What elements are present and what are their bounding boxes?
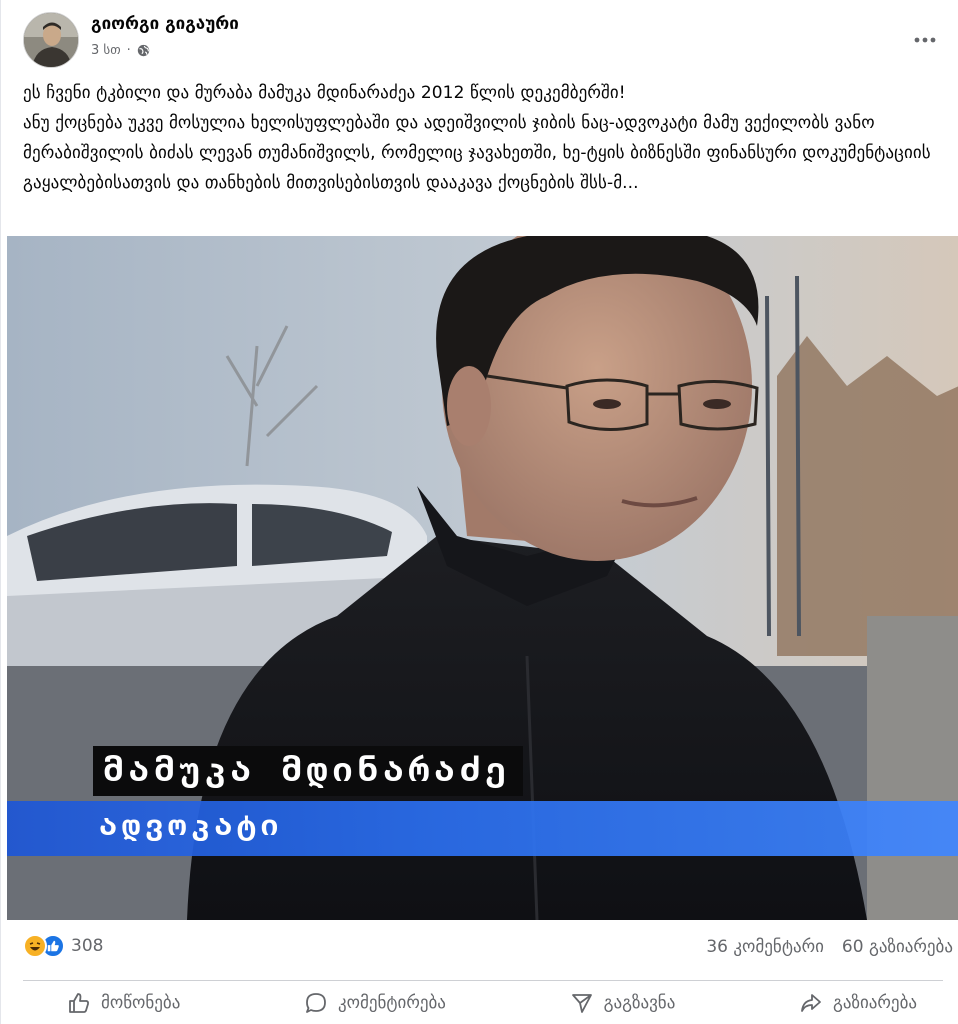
share-arrow-icon [801, 994, 821, 1012]
shares-count-link[interactable]: 60 გაზიარება [842, 937, 953, 957]
globe-icon [137, 44, 149, 57]
post-caption: ეს ჩვენი ტკბილი და მურაბა მამუკა მდინარა… [23, 83, 931, 193]
send-button-label: გაგზავნა [603, 993, 676, 1013]
post-timestamp[interactable]: 3 სთ [91, 43, 121, 58]
post-header: გიორგი გიგაური 3 სთ · [23, 10, 943, 70]
meta-separator: · [126, 43, 131, 58]
facebook-post: გიორგი გიგაური 3 სთ · ეს ჩვენი ტკბილი და… [0, 0, 958, 1024]
post-stats: 308 36 კომენტარი 60 გაზიარება [23, 928, 953, 968]
engagement-counts: 36 კომენტარი 60 გაზიარება [706, 937, 953, 957]
author-name[interactable]: გიორგი გიგაური [91, 14, 239, 34]
send-icon [571, 994, 592, 1013]
author-avatar[interactable] [23, 12, 79, 68]
reaction-count: 308 [71, 936, 104, 956]
share-button-label: გაზიარება [832, 993, 917, 1013]
more-dots-icon [914, 37, 936, 43]
like-button-label: მოწონება [101, 993, 181, 1013]
more-options-button[interactable] [907, 22, 943, 58]
lower-third-name: მამუკა მდინარაძე [93, 746, 523, 796]
comment-bubble-icon [306, 993, 326, 1013]
comment-button-label: კომენტირება [337, 993, 446, 1013]
haha-icon [23, 934, 47, 958]
post-actions-bar: მოწონება კომენტირება გაგზავნა გაზიარება [23, 980, 943, 1024]
comments-count-link[interactable]: 36 კომენტარი [706, 937, 824, 957]
reactions-summary[interactable]: 308 [23, 934, 103, 958]
share-button[interactable]: გაზიარება [791, 981, 925, 1024]
send-button[interactable]: გაგზავნა [562, 981, 684, 1024]
like-button[interactable]: მოწონება [59, 981, 188, 1024]
thumbs-up-icon [69, 993, 89, 1013]
lower-third-title: ადვოკატი [99, 808, 284, 843]
post-meta: 3 სთ · [91, 43, 150, 58]
avatar-photo [24, 13, 78, 67]
comment-button[interactable]: კომენტირება [296, 981, 454, 1024]
post-video-thumbnail[interactable]: მამუკა მდინარაძე ადვოკატი [7, 236, 958, 920]
